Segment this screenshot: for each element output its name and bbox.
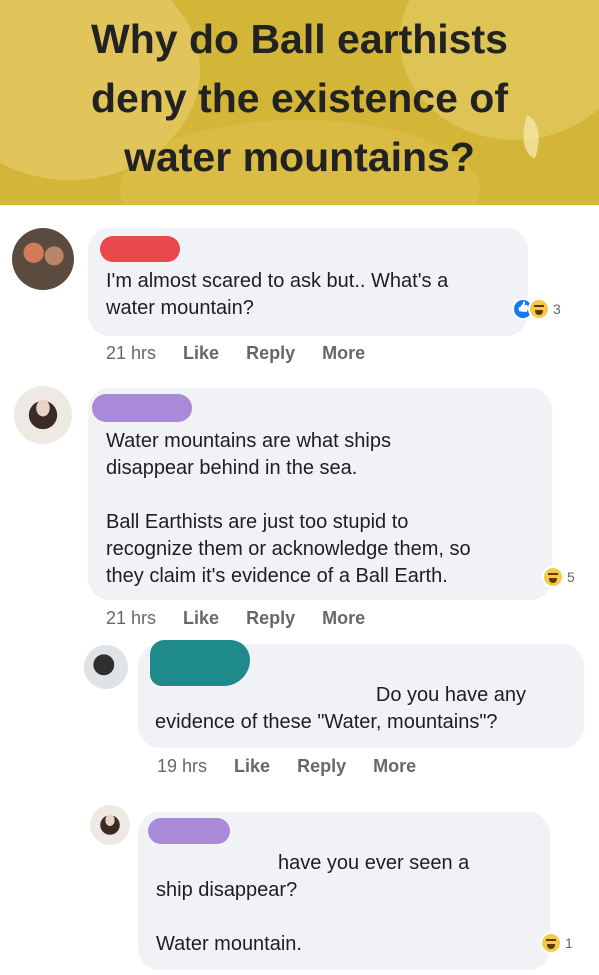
- reaction-count: 1: [565, 935, 573, 951]
- comment-text-line: have you ever seen a: [278, 852, 470, 874]
- like-button[interactable]: Like: [183, 343, 219, 363]
- comment-text-line: disappear behind in the sea.: [106, 457, 358, 479]
- author-name-redacted: [148, 818, 230, 844]
- avatar[interactable]: [12, 228, 74, 290]
- banner-title-line: Why do Ball earthists: [91, 16, 508, 62]
- more-button[interactable]: More: [322, 343, 365, 363]
- comment-text: Water mountains are what ships disappear…: [106, 428, 471, 590]
- comment-actions: 21 hrs Like Reply More: [106, 343, 387, 364]
- reaction-summary[interactable]: 5: [542, 566, 575, 588]
- comment-text-line: Ball Earthists are just too stupid to: [106, 511, 409, 533]
- haha-icon: [542, 566, 564, 588]
- comment-text-line: evidence of these "Water, mountains"?: [155, 711, 498, 733]
- comment-text: I'm almost scared to ask but.. What's a …: [106, 268, 448, 322]
- more-button[interactable]: More: [373, 756, 416, 776]
- reaction-count: 5: [567, 569, 575, 585]
- reaction-summary[interactable]: 3: [512, 298, 561, 320]
- reaction-count: 3: [553, 301, 561, 317]
- meme-banner: Why do Ball earthists deny the existence…: [0, 0, 599, 205]
- haha-icon: [540, 932, 562, 954]
- author-name-redacted: [92, 394, 192, 422]
- comment-actions: 19 hrs Like Reply More: [157, 756, 438, 777]
- comment-text-line: Water mountains are what ships: [106, 430, 391, 452]
- author-name-redacted: [100, 236, 180, 262]
- reaction-summary[interactable]: 1: [540, 932, 573, 954]
- comment-timestamp[interactable]: 19 hrs: [157, 756, 207, 776]
- reply-button[interactable]: Reply: [246, 608, 295, 628]
- like-button[interactable]: Like: [183, 608, 219, 628]
- comment-text: have you ever seen a ship disappear? Wat…: [156, 850, 536, 958]
- banner-title-line: deny the existence of: [91, 75, 508, 121]
- comment-text-line: I'm almost scared to ask but.. What's a: [106, 270, 449, 292]
- haha-icon: [528, 298, 550, 320]
- comment-text-line: ship disappear?: [156, 879, 298, 901]
- comment-text-line: Do you have any: [375, 684, 526, 706]
- avatar[interactable]: [84, 645, 128, 689]
- author-name-redacted: [150, 640, 250, 686]
- more-button[interactable]: More: [322, 608, 365, 628]
- comment-text-line: they claim it's evidence of a Ball Earth…: [106, 565, 448, 587]
- reply-button[interactable]: Reply: [297, 756, 346, 776]
- avatar[interactable]: [90, 805, 130, 845]
- comment-timestamp[interactable]: 21 hrs: [106, 608, 156, 628]
- comment-actions: 21 hrs Like Reply More: [106, 608, 387, 629]
- banner-title-line: water mountains?: [124, 134, 475, 180]
- avatar[interactable]: [14, 386, 72, 444]
- comment-text-line: Water mountain.: [156, 933, 302, 955]
- comment-text-line: recognize them or acknowledge them, so: [106, 538, 471, 560]
- reply-button[interactable]: Reply: [246, 343, 295, 363]
- banner-title: Why do Ball earthists deny the existence…: [0, 10, 599, 187]
- like-button[interactable]: Like: [234, 756, 270, 776]
- comment-text: Do you have any evidence of these "Water…: [150, 682, 570, 736]
- comment-text-line: water mountain?: [106, 297, 254, 319]
- comment-timestamp[interactable]: 21 hrs: [106, 343, 156, 363]
